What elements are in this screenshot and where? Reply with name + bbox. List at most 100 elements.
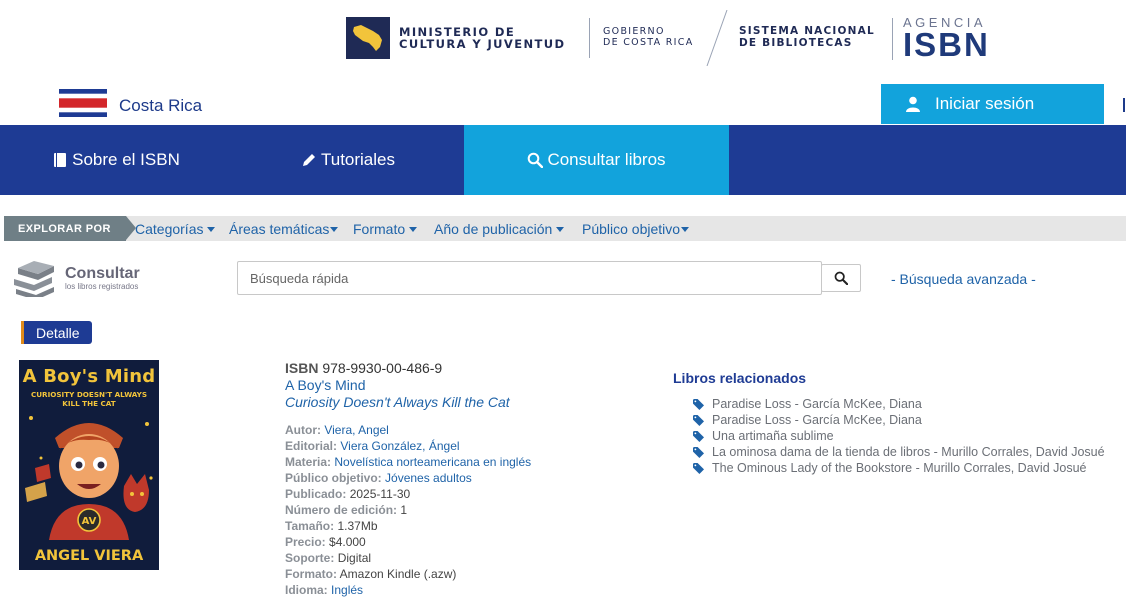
pencil-icon	[302, 154, 315, 166]
sinabi-logo-text[interactable]: SISTEMA NACIONAL DE BIBLIOTECAS	[739, 25, 875, 49]
sinabi-line2: DE BIBLIOTECAS	[739, 37, 853, 49]
related-link[interactable]: Paradise Loss - García McKee, Diana	[712, 396, 922, 412]
search-button[interactable]	[821, 264, 861, 292]
cover-badge: AV	[82, 516, 97, 527]
costa-rica-map-icon	[346, 17, 390, 59]
meta-idioma: Idioma: Inglés	[285, 582, 665, 598]
isbn-label: ISBN	[285, 360, 319, 376]
meta-label: Precio:	[285, 535, 326, 549]
list-item[interactable]: La ominosa dama de la tienda de libros -…	[693, 444, 1123, 460]
caret-down-icon	[409, 226, 418, 232]
book-info: ISBN 978-9930-00-486-9 A Boy's Mind Curi…	[285, 360, 665, 598]
explore-formato[interactable]: Formato	[353, 216, 418, 241]
list-item[interactable]: Paradise Loss - García McKee, Diana	[693, 412, 1123, 428]
related-link[interactable]: La ominosa dama de la tienda de libros -…	[712, 444, 1105, 460]
book-icon	[54, 153, 67, 167]
nav-label: Sobre el ISBN	[72, 150, 180, 169]
related-title: Libros relacionados	[673, 370, 807, 386]
login-button[interactable]: Iniciar sesión	[881, 84, 1104, 124]
detail-tag: Detalle	[21, 321, 92, 344]
meta-editorial: Editorial: Viera González, Ángel	[285, 438, 665, 454]
book-meta: Autor: Viera, Angel Editorial: Viera Gon…	[285, 422, 665, 598]
meta-value: 1	[400, 503, 408, 517]
publico-link[interactable]: Jóvenes adultos	[385, 471, 472, 485]
login-label: Iniciar sesión	[935, 94, 1035, 113]
meta-label: Autor:	[285, 423, 321, 437]
caret-down-icon	[207, 226, 216, 232]
meta-value: 2025-11-30	[349, 487, 411, 501]
user-icon	[906, 96, 920, 112]
meta-publico-objetivo: Público objetivo: Jóvenes adultos	[285, 470, 665, 486]
tag-icon	[693, 430, 704, 442]
nav-label: Tutoriales	[320, 150, 395, 169]
meta-label: Publicado:	[285, 487, 347, 501]
tag-icon	[693, 462, 704, 474]
book-title: A Boy's Mind	[285, 377, 366, 393]
tag-icon	[693, 414, 704, 426]
related-link[interactable]: The Ominous Lady of the Bookstore - Muri…	[712, 460, 1086, 476]
list-item[interactable]: The Ominous Lady of the Bookstore - Muri…	[693, 460, 1123, 476]
header-slash-divider	[706, 10, 728, 66]
caret-down-icon	[330, 226, 339, 232]
consultar-subtitle: los libros registrados	[65, 282, 139, 291]
meta-label: Editorial:	[285, 439, 338, 453]
search-icon	[834, 271, 848, 285]
nav-label: Consultar libros	[547, 150, 666, 169]
cover-illustration: AV	[25, 416, 153, 540]
explore-ano-publicacion[interactable]: Año de publicación	[434, 216, 565, 241]
main-nav: Sobre el ISBN Tutoriales Consultar libro…	[0, 125, 1126, 195]
caret-down-icon	[556, 226, 565, 232]
meta-label: Materia:	[285, 455, 332, 469]
agencia-isbn-logo[interactable]: AGENCIA ISBN	[903, 15, 990, 63]
meta-soporte: Soporte: Digital	[285, 550, 665, 566]
meta-label: Idioma:	[285, 583, 328, 597]
edge-marker	[1123, 98, 1125, 112]
advanced-search-link[interactable]: - Búsqueda avanzada -	[891, 271, 1036, 287]
materia-link[interactable]: Novelística norteamericana en inglés	[334, 455, 531, 469]
isbn-value: 978-9930-00-486-9	[322, 360, 443, 376]
explore-publico-objetivo[interactable]: Público objetivo	[582, 216, 690, 241]
search-icon	[528, 152, 544, 168]
nav-item-consultar-libros[interactable]: Consultar libros	[464, 125, 729, 195]
meta-label: Número de edición:	[285, 503, 398, 517]
idioma-link[interactable]: Inglés	[331, 583, 363, 597]
meta-value: Amazon Kindle (.azw)	[339, 567, 457, 581]
meta-value: $4.000	[329, 535, 366, 549]
related-link[interactable]: Una artimaña sublime	[712, 428, 834, 444]
gobierno-logo-text[interactable]: GOBIERNO DE COSTA RICA	[603, 26, 694, 48]
related-link[interactable]: Paradise Loss - García McKee, Diana	[712, 412, 922, 428]
cover-title: A Boy's Mind	[22, 366, 156, 387]
book-cover[interactable]: A Boy's Mind CURIOSITY DOESN'T ALWAYS KI…	[19, 360, 159, 570]
books-stack-icon	[14, 261, 54, 297]
cover-author: ANGEL VIERA	[34, 548, 144, 564]
consultar-title: Consultar	[65, 265, 140, 282]
site-header: MINISTERIO DE CULTURA Y JUVENTUD GOBIERN…	[0, 0, 1126, 78]
editorial-link[interactable]: Viera González, Ángel	[340, 439, 459, 453]
list-item[interactable]: Paradise Loss - García McKee, Diana	[693, 396, 1123, 412]
meta-value: Digital	[337, 551, 372, 565]
mcj-logo[interactable]: MINISTERIO DE CULTURA Y JUVENTUD	[346, 17, 565, 59]
autor-link[interactable]: Viera, Angel	[324, 423, 389, 437]
meta-label: Formato:	[285, 567, 337, 581]
agency-big-text: ISBN	[903, 26, 990, 63]
cover-subtitle-line1: CURIOSITY DOESN'T ALWAYS	[30, 390, 148, 399]
meta-publicado: Publicado: 2025-11-30	[285, 486, 665, 502]
meta-label: Tamaño:	[285, 519, 335, 533]
quick-search-input[interactable]	[237, 261, 822, 295]
explore-bar: EXPLORAR POR Categorías Áreas temáticas …	[4, 216, 1126, 241]
mcj-logo-text: MINISTERIO DE CULTURA Y JUVENTUD	[399, 26, 565, 50]
country-bar: Costa Rica Iniciar sesión	[0, 84, 1126, 124]
list-item[interactable]: Una artimaña sublime	[693, 428, 1123, 444]
related-list: Paradise Loss - García McKee, Diana Para…	[673, 396, 1123, 476]
explore-categorias[interactable]: Categorías	[135, 216, 216, 241]
meta-tamano: Tamaño: 1.37Mb	[285, 518, 665, 534]
meta-label: Soporte:	[285, 551, 335, 565]
meta-formato: Formato: Amazon Kindle (.azw)	[285, 566, 665, 582]
explore-areas-tematicas[interactable]: Áreas temáticas	[229, 216, 339, 241]
explore-label: Formato	[353, 220, 406, 237]
nav-item-tutoriales[interactable]: Tutoriales	[232, 125, 464, 195]
nav-item-sobre-isbn[interactable]: Sobre el ISBN	[0, 125, 232, 195]
header-divider	[892, 18, 893, 60]
tag-icon	[693, 446, 704, 458]
sinabi-line1: SISTEMA NACIONAL	[739, 25, 875, 37]
